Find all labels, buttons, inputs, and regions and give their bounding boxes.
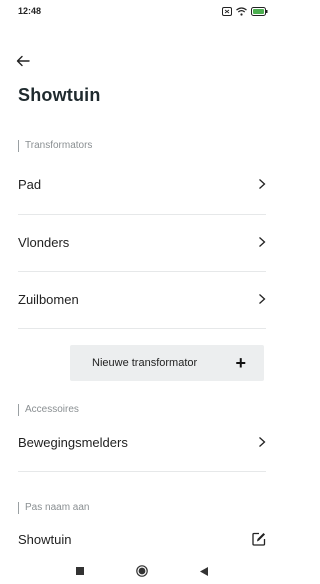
list-item-pad[interactable]: Pad xyxy=(18,156,266,212)
chevron-right-icon xyxy=(258,178,266,190)
chevron-right-icon xyxy=(258,436,266,448)
new-transformator-label: Nieuwe transformator xyxy=(92,357,198,369)
chevron-right-icon xyxy=(258,236,266,248)
battery-icon xyxy=(251,6,268,16)
recent-apps-button[interactable] xyxy=(76,567,84,575)
status-time: 12:48 xyxy=(18,6,42,16)
status-bar: 12:48 xyxy=(0,0,284,22)
section-label-transformators: Transformators xyxy=(18,140,92,152)
divider xyxy=(18,328,266,329)
list-item-bewegingsmelders[interactable]: Bewegingsmelders xyxy=(18,414,266,470)
rename-value: Showtuin xyxy=(18,531,72,547)
edit-icon[interactable] xyxy=(252,532,266,546)
system-nav-bar xyxy=(0,558,284,584)
list-item-zuilbomen[interactable]: Zuilbomen xyxy=(18,271,266,327)
square-icon xyxy=(76,567,84,575)
notification-icon xyxy=(222,6,232,16)
list-item-label: Pad xyxy=(18,176,42,192)
status-icons xyxy=(222,6,268,16)
home-button[interactable] xyxy=(136,565,148,577)
divider xyxy=(18,471,266,472)
page-title: Showtuin xyxy=(18,85,101,105)
plus-icon: + xyxy=(235,353,246,373)
chevron-right-icon xyxy=(258,293,266,305)
list-item-label: Vlonders xyxy=(18,234,70,250)
new-transformator-button[interactable]: Nieuwe transformator + xyxy=(70,345,264,381)
list-item-label: Zuilbomen xyxy=(18,291,79,307)
back-arrow-icon xyxy=(16,55,30,67)
triangle-icon xyxy=(200,566,208,576)
wifi-icon xyxy=(236,6,247,16)
list-item-vlonders[interactable]: Vlonders xyxy=(18,214,266,270)
back-nav-button[interactable] xyxy=(200,566,208,576)
list-item-label: Bewegingsmelders xyxy=(18,434,128,450)
back-button[interactable] xyxy=(14,52,32,70)
circle-icon xyxy=(136,565,148,577)
